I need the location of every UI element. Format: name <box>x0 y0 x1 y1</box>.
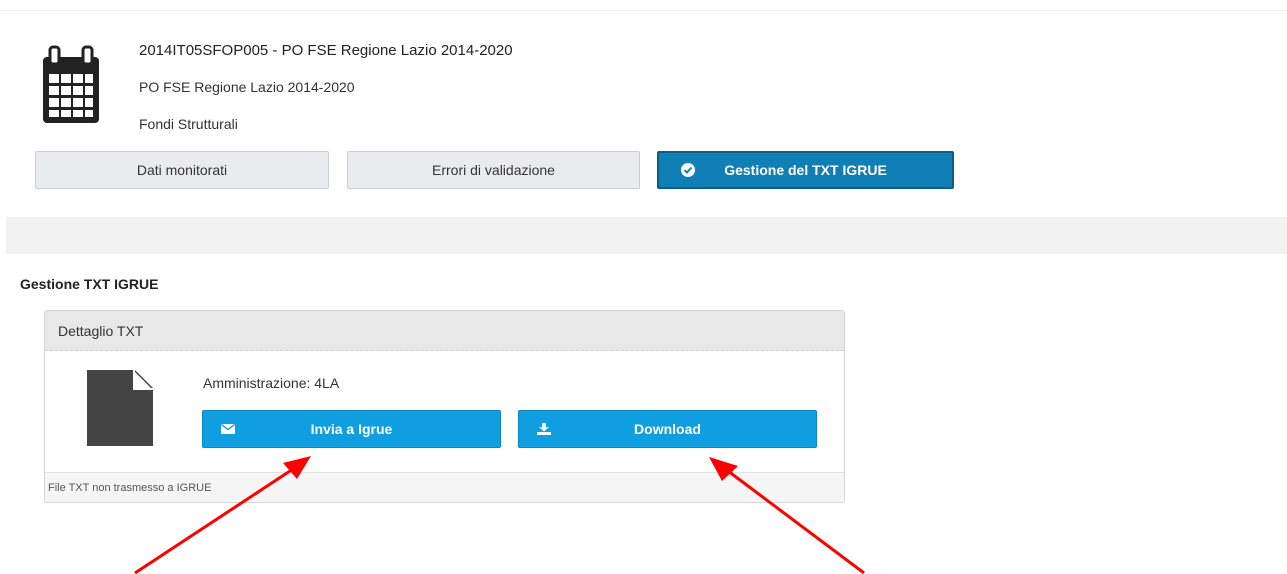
program-title: 2014IT05SFOP005 - PO FSE Regione Lazio 2… <box>139 42 513 59</box>
envelope-icon <box>221 423 235 434</box>
calendar-icon <box>43 45 99 123</box>
panel-header: Dettaglio TXT <box>45 311 844 351</box>
program-subtitle: PO FSE Regione Lazio 2014-2020 <box>139 79 355 95</box>
panel-footer: File TXT non trasmesso a IGRUE <box>45 472 844 502</box>
tab-label: Gestione del TXT IGRUE <box>724 162 887 178</box>
toolbar-band <box>6 217 1287 254</box>
tab-gestione-txt-igrue[interactable]: Gestione del TXT IGRUE <box>657 151 954 189</box>
invia-button-label: Invia a Igrue <box>310 421 393 437</box>
amministrazione-value: 4LA <box>314 375 340 391</box>
amministrazione-field: Amministrazione: 4LA <box>203 375 339 391</box>
tab-label: Dati monitorati <box>136 162 228 178</box>
program-type: Fondi Strutturali <box>139 116 238 132</box>
transmission-status: File TXT non trasmesso a IGRUE <box>48 482 212 494</box>
tab-errori-di-validazione[interactable]: Errori di validazione <box>347 151 640 189</box>
file-icon <box>87 370 153 446</box>
txt-detail-panel: Dettaglio TXT Amministrazione: 4LA Invia… <box>44 310 845 503</box>
tab-label: Errori di validazione <box>432 162 555 178</box>
top-divider <box>0 10 1287 11</box>
panel-header-title: Dettaglio TXT <box>58 323 144 339</box>
download-button-label: Download <box>634 421 701 437</box>
amministrazione-label: Amministrazione: <box>203 375 315 391</box>
section-title: Gestione TXT IGRUE <box>20 276 159 292</box>
download-icon <box>537 423 551 435</box>
check-circle-icon <box>681 163 695 177</box>
invia-a-igrue-button[interactable]: Invia a Igrue <box>202 410 501 448</box>
tab-dati-monitorati[interactable]: Dati monitorati <box>35 151 329 189</box>
download-button[interactable]: Download <box>518 410 817 448</box>
